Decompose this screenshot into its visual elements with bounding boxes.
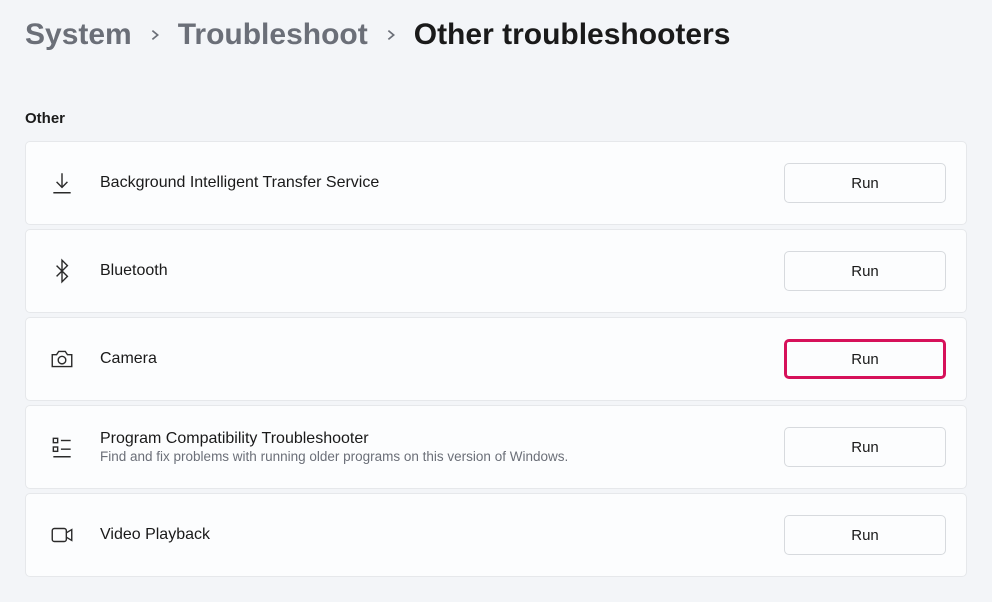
run-button[interactable]: Run (784, 427, 946, 467)
run-button[interactable]: Run (784, 163, 946, 203)
troubleshooter-title: Background Intelligent Transfer Service (100, 174, 784, 192)
breadcrumb: System Troubleshoot Other troubleshooter… (25, 18, 967, 52)
troubleshooter-bits: Background Intelligent Transfer Service … (25, 141, 967, 225)
run-button[interactable]: Run (784, 251, 946, 291)
chevron-right-icon (382, 26, 400, 44)
chevron-right-icon (146, 26, 164, 44)
breadcrumb-troubleshoot[interactable]: Troubleshoot (178, 18, 368, 52)
section-other-heading: Other (25, 110, 967, 127)
download-icon (48, 169, 76, 197)
bluetooth-icon (48, 257, 76, 285)
troubleshooter-camera: Camera Run (25, 317, 967, 401)
troubleshooter-video-playback: Video Playback Run (25, 493, 967, 577)
troubleshooter-list: Background Intelligent Transfer Service … (25, 141, 967, 577)
troubleshooter-bluetooth: Bluetooth Run (25, 229, 967, 313)
troubleshooter-title: Bluetooth (100, 262, 784, 280)
troubleshooter-program-compatibility: Program Compatibility Troubleshooter Fin… (25, 405, 967, 489)
page-title: Other troubleshooters (414, 18, 731, 52)
camera-icon (48, 345, 76, 373)
breadcrumb-system[interactable]: System (25, 18, 132, 52)
video-icon (48, 521, 76, 549)
run-button[interactable]: Run (784, 515, 946, 555)
run-button[interactable]: Run (784, 339, 946, 379)
troubleshooter-title: Video Playback (100, 526, 784, 544)
troubleshooter-title: Program Compatibility Troubleshooter (100, 430, 784, 448)
troubleshooter-description: Find and fix problems with running older… (100, 449, 784, 464)
list-icon (48, 433, 76, 461)
troubleshooter-title: Camera (100, 350, 784, 368)
